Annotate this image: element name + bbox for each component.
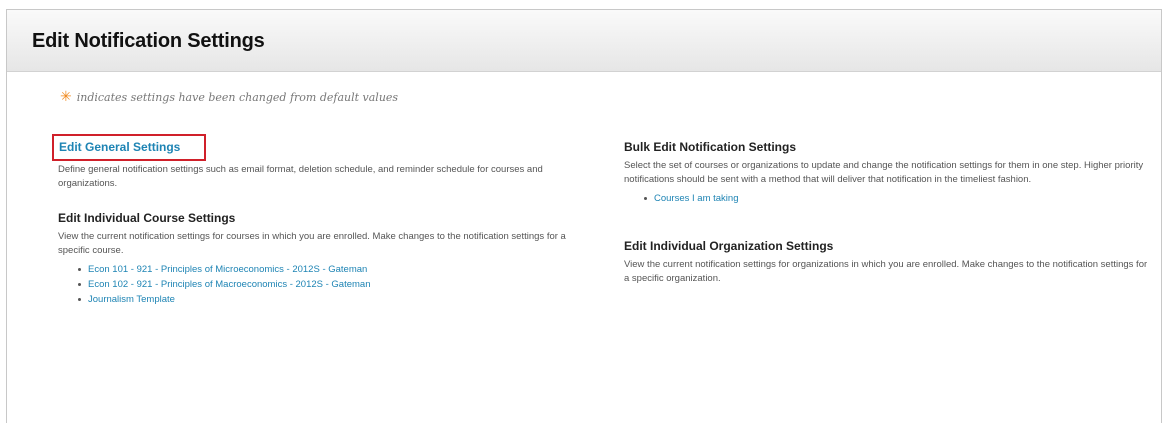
courses-i-am-taking-link[interactable]: Courses I am taking (654, 191, 738, 206)
page-header: Edit Notification Settings (7, 10, 1161, 72)
bulk-edit-heading: Bulk Edit Notification Settings (624, 140, 797, 154)
course-settings-heading: Edit Individual Course Settings (58, 211, 236, 225)
organization-settings-heading: Edit Individual Organization Settings (624, 239, 834, 253)
general-settings-description: Define general notification settings suc… (58, 164, 543, 189)
bullet-icon (78, 298, 81, 301)
list-item: Courses I am taking (644, 191, 1149, 206)
bullet-icon (78, 283, 81, 286)
asterisk-icon: ✳ (60, 89, 72, 105)
list-item: Journalism Template (78, 292, 598, 307)
list-item: Econ 102 - 921 - Principles of Macroecon… (78, 277, 598, 292)
right-column: Bulk Edit Notification Settings Select t… (624, 134, 1149, 286)
course-link-journalism-template[interactable]: Journalism Template (88, 292, 175, 307)
changed-settings-legend: ✳ indicates settings have been changed f… (60, 90, 398, 104)
course-list: Econ 101 - 921 - Principles of Microecon… (58, 262, 598, 307)
bullet-icon (644, 197, 647, 200)
bullet-icon (78, 268, 81, 271)
general-settings-highlight: Edit General Settings (52, 134, 207, 161)
course-link-econ-102[interactable]: Econ 102 - 921 - Principles of Macroecon… (88, 277, 371, 292)
edit-general-settings-link[interactable]: Edit General Settings (59, 140, 180, 154)
organization-settings-description: View the current notification settings f… (624, 259, 1148, 284)
legend-text: indicates settings have been changed fro… (76, 90, 399, 104)
bulk-link-list: Courses I am taking (624, 191, 1149, 206)
course-settings-description: View the current notification settings f… (58, 231, 566, 256)
course-link-econ-101[interactable]: Econ 101 - 921 - Principles of Microecon… (88, 262, 367, 277)
page-title: Edit Notification Settings (32, 30, 265, 52)
bulk-edit-description: Select the set of courses or organizatio… (624, 160, 1144, 185)
left-column: Edit General Settings Define general not… (52, 134, 598, 307)
list-item: Econ 101 - 921 - Principles of Microecon… (78, 262, 598, 277)
